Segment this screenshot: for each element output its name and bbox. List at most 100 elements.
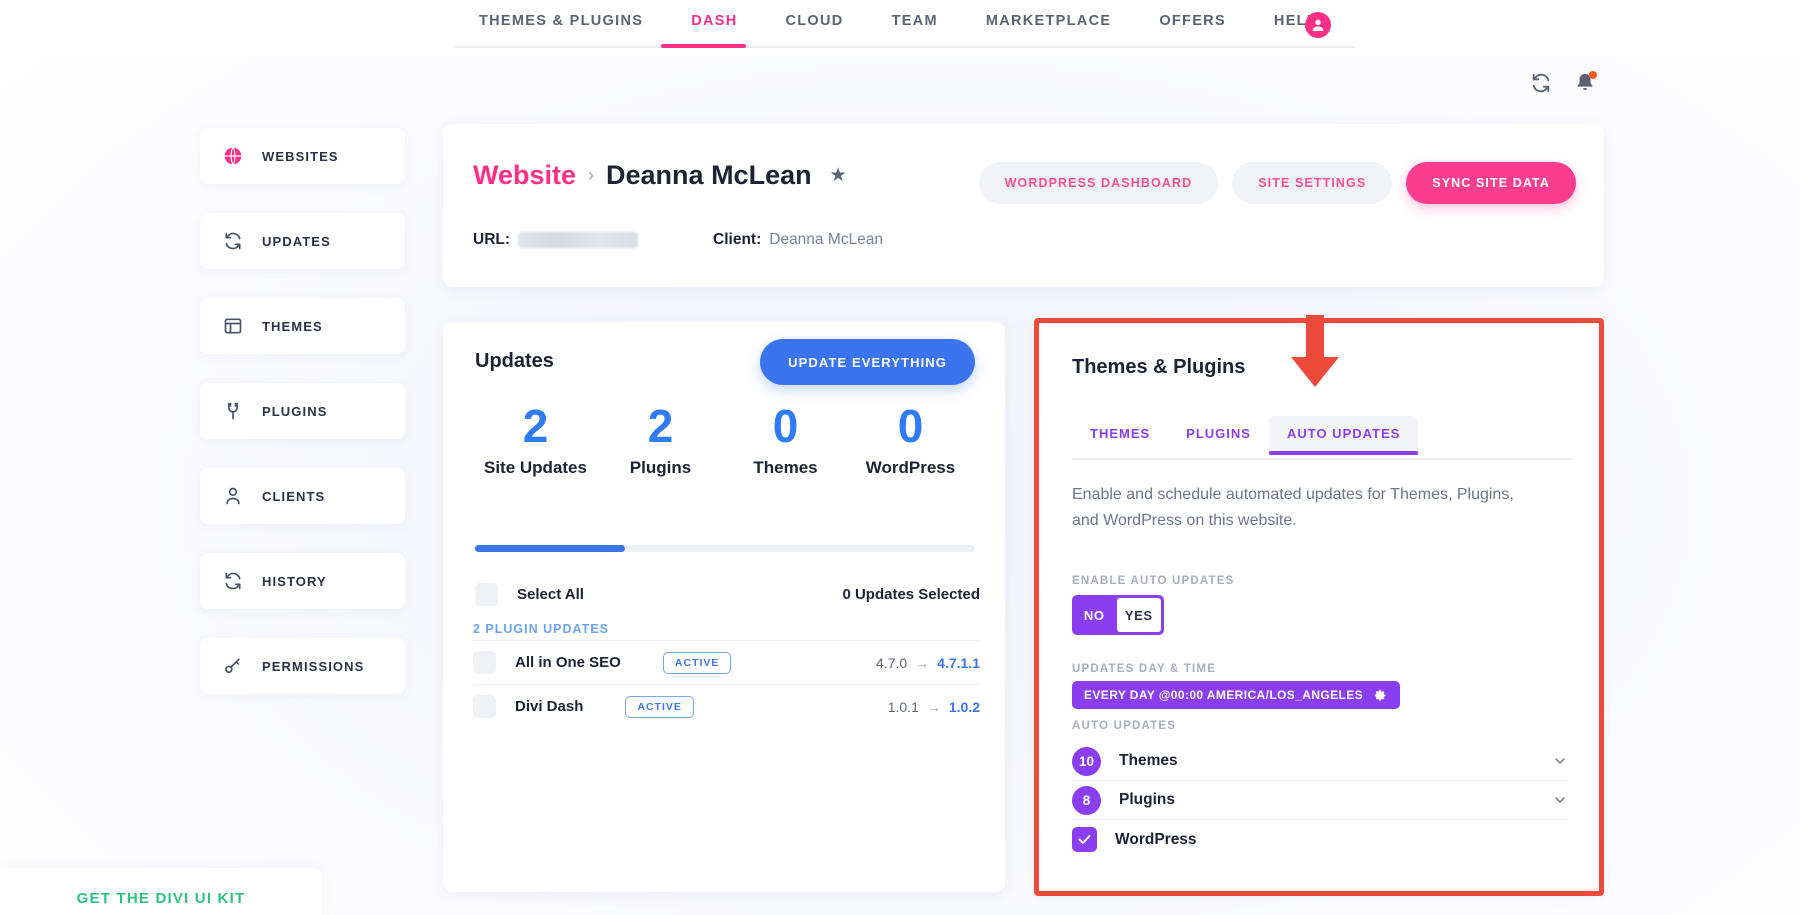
sidebar-label: PERMISSIONS xyxy=(262,658,365,674)
chevron-down-icon[interactable] xyxy=(1552,753,1568,769)
sidebar-item-history[interactable]: HISTORY xyxy=(200,553,405,609)
star-icon[interactable]: ★ xyxy=(830,164,847,187)
table-row[interactable]: Divi Dash ACTIVE 1.0.1 → 1.0.2 xyxy=(473,684,980,728)
stat-themes: 0 Themes xyxy=(723,402,848,478)
arrow-right-icon: → xyxy=(926,698,941,715)
gear-icon[interactable] xyxy=(1373,688,1388,703)
get-divi-ui-kit-cta[interactable]: GET THE DIVI UI KIT xyxy=(0,868,322,915)
select-all-label: Select All xyxy=(517,586,584,603)
version-change: 4.7.0 → 4.7.1.1 xyxy=(876,655,980,671)
auto-update-row-themes[interactable]: 10 Themes xyxy=(1072,742,1568,781)
nav-active-indicator xyxy=(661,44,746,48)
version-from: 1.0.1 xyxy=(887,698,919,715)
toggle-option-no[interactable]: NO xyxy=(1072,608,1117,623)
plugin-name: Divi Dash xyxy=(515,698,584,715)
schedule-value: EVERY DAY @00:00 AMERICA/LOS_ANGELES xyxy=(1084,688,1364,702)
update-everything-button[interactable]: UPDATE EVERYTHING xyxy=(760,339,975,385)
user-avatar-icon[interactable] xyxy=(1305,12,1331,38)
auto-update-row-wordpress[interactable]: WordPress xyxy=(1072,820,1568,859)
sidebar-label: CLIENTS xyxy=(262,488,326,504)
version-to: 4.7.1.1 xyxy=(937,654,980,671)
cta-label: GET THE DIVI UI KIT xyxy=(76,889,246,907)
top-nav-items: THEMES & PLUGINS DASH CLOUD TEAM MARKETP… xyxy=(455,13,1342,29)
sidebar-item-clients[interactable]: CLIENTS xyxy=(200,468,405,524)
bell-icon[interactable] xyxy=(1574,71,1597,94)
enable-auto-updates-label: ENABLE AUTO UPDATES xyxy=(1072,575,1235,587)
key-icon xyxy=(222,655,244,677)
url-value-redacted xyxy=(518,232,639,248)
sidebar-item-updates[interactable]: UPDATES xyxy=(200,213,405,269)
wordpress-dashboard-button[interactable]: WORDPRESS DASHBOARD xyxy=(978,162,1219,204)
stat-label: WordPress xyxy=(865,458,956,478)
tab-plugins[interactable]: PLUGINS xyxy=(1168,416,1269,454)
enable-auto-updates-toggle[interactable]: NO YES xyxy=(1072,595,1164,635)
tab-auto-updates[interactable]: AUTO UPDATES xyxy=(1268,416,1419,455)
nav-item-marketplace[interactable]: MARKETPLACE xyxy=(962,13,1135,29)
site-settings-button[interactable]: SITE SETTINGS xyxy=(1232,162,1393,204)
nav-item-themes-plugins[interactable]: THEMES & PLUGINS xyxy=(455,13,667,29)
client-value: Deanna McLean xyxy=(769,231,883,248)
sidebar-item-plugins[interactable]: PLUGINS xyxy=(200,383,405,439)
auto-update-label: Themes xyxy=(1119,752,1178,769)
nav-item-offers[interactable]: OFFERS xyxy=(1135,13,1250,29)
breadcrumb-root-link[interactable]: Website xyxy=(473,160,576,191)
sidebar-label: PLUGINS xyxy=(262,403,328,419)
nav-underline-track xyxy=(455,46,1355,48)
utility-icons xyxy=(1530,71,1597,94)
stat-value: 2 xyxy=(647,400,674,452)
nav-item-dash[interactable]: DASH xyxy=(667,13,761,29)
nav-item-cloud[interactable]: CLOUD xyxy=(762,13,868,29)
client-label: Client: xyxy=(713,231,762,248)
nav-item-team[interactable]: TEAM xyxy=(868,13,962,29)
wordpress-auto-update-checkbox[interactable] xyxy=(1072,827,1097,852)
toggle-option-yes[interactable]: YES xyxy=(1116,598,1161,632)
count-badge: 10 xyxy=(1072,746,1102,776)
select-all-row: Select All 0 Updates Selected xyxy=(475,583,980,606)
chevron-down-icon[interactable] xyxy=(1552,792,1568,808)
selected-count: 0 Updates Selected xyxy=(842,586,980,603)
stat-label: Plugins xyxy=(629,458,692,478)
plug-icon xyxy=(222,400,244,422)
row-checkbox[interactable] xyxy=(473,651,496,674)
schedule-chip[interactable]: EVERY DAY @00:00 AMERICA/LOS_ANGELES xyxy=(1072,681,1401,709)
stat-wordpress: 0 WordPress xyxy=(848,402,973,478)
themes-plugins-title: Themes & Plugins xyxy=(1072,356,1246,378)
layout-icon xyxy=(222,315,244,337)
themes-plugins-panel: Themes & Plugins THEMES PLUGINS AUTO UPD… xyxy=(1034,318,1604,896)
sidebar-item-permissions[interactable]: PERMISSIONS xyxy=(200,638,405,694)
url-label: URL: xyxy=(473,231,511,248)
site-header-actions: WORDPRESS DASHBOARD SITE SETTINGS SYNC S… xyxy=(978,162,1576,204)
site-header-card: Website › Deanna McLean ★ URL: Client: D… xyxy=(443,124,1604,287)
status-badge: ACTIVE xyxy=(625,695,694,718)
app-root: THEMES & PLUGINS DASH CLOUD TEAM MARKETP… xyxy=(0,0,1800,915)
sidebar-item-themes[interactable]: THEMES xyxy=(200,298,405,354)
stat-label: Site Updates xyxy=(484,458,587,478)
version-change: 1.0.1 → 1.0.2 xyxy=(888,699,980,715)
updates-title: Updates xyxy=(475,350,554,372)
auto-update-row-plugins[interactable]: 8 Plugins xyxy=(1072,781,1568,820)
select-all-checkbox[interactable] xyxy=(475,583,498,606)
refresh-icon[interactable] xyxy=(1530,72,1552,94)
tab-underline-track xyxy=(1072,458,1572,460)
tab-themes[interactable]: THEMES xyxy=(1072,416,1168,454)
refresh-icon xyxy=(222,230,244,252)
stat-plugins: 2 Plugins xyxy=(598,402,723,478)
globe-icon xyxy=(222,145,244,167)
user-icon xyxy=(222,485,244,507)
table-row[interactable]: All in One SEO ACTIVE 4.7.0 → 4.7.1.1 xyxy=(473,640,980,684)
version-to: 1.0.2 xyxy=(948,698,980,715)
auto-updates-section-label: AUTO UPDATES xyxy=(1072,720,1177,732)
breadcrumb-separator: › xyxy=(588,165,595,185)
sidebar: WEBSITES UPDATES THEMES PLUGINS CLIENTS … xyxy=(200,128,405,723)
sync-site-data-button[interactable]: SYNC SITE DATA xyxy=(1406,162,1576,204)
row-checkbox[interactable] xyxy=(473,695,496,718)
sidebar-item-websites[interactable]: WEBSITES xyxy=(200,128,405,184)
auto-update-label: WordPress xyxy=(1115,830,1197,848)
updates-progress-fill xyxy=(475,545,625,552)
version-from: 4.7.0 xyxy=(876,654,908,671)
updates-stats: 2 Site Updates 2 Plugins 0 Themes 0 Word… xyxy=(473,402,973,478)
count-badge: 8 xyxy=(1072,785,1101,815)
arrow-right-icon: → xyxy=(915,654,930,671)
plugin-updates-group-heading: 2 PLUGIN UPDATES xyxy=(473,622,609,636)
updates-progress-bar xyxy=(475,545,975,552)
